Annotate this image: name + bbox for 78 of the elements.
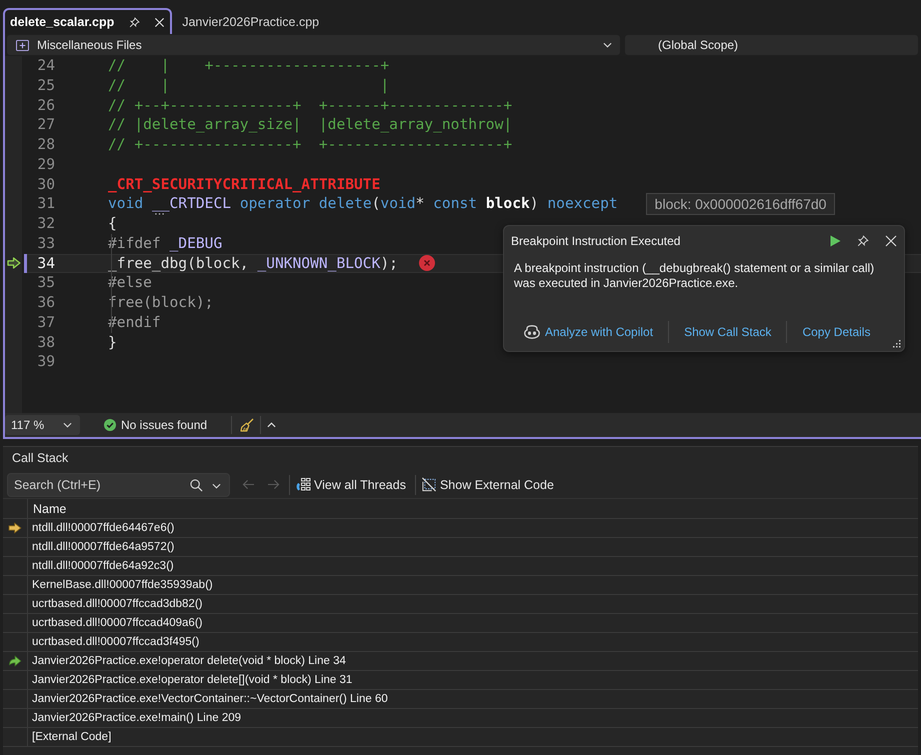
suggestion-dots-icon[interactable] bbox=[154, 213, 164, 216]
code-text: _free_dbg(block, _UNKNOWN_BLOCK); bbox=[108, 254, 398, 274]
search-field[interactable]: Search (Ctrl+E) bbox=[7, 472, 230, 496]
broom-icon[interactable] bbox=[240, 418, 254, 432]
square-plus-icon bbox=[16, 40, 29, 50]
code-text: void __CRTDECL operator delete(void* const block) noexcept bbox=[108, 194, 618, 214]
line-number: 34 bbox=[37, 254, 55, 274]
stack-frame[interactable]: Janvier2026Practice.exe!main() Line 209 bbox=[32, 712, 242, 724]
search-icon[interactable] bbox=[190, 478, 203, 492]
line-number: 25 bbox=[37, 76, 55, 96]
issues-button[interactable]: No issues found bbox=[104, 418, 208, 432]
stack-frame[interactable]: ucrtbased.dll!00007ffccad409a6() bbox=[32, 617, 202, 629]
code-text: // +-----------------+ +--------------------+ bbox=[108, 135, 512, 155]
stack-frame[interactable]: ntdll.dll!00007ffde64467e6() bbox=[32, 522, 174, 534]
chevron-down-icon bbox=[603, 42, 612, 48]
chevron-down-icon[interactable] bbox=[212, 482, 221, 488]
line-number: 29 bbox=[37, 154, 55, 174]
code-text: #ifdef _DEBUG bbox=[108, 234, 222, 254]
stack-frame[interactable]: ucrtbased.dll!00007ffccad3f495() bbox=[32, 636, 200, 648]
code-text: // +--+--------------+ +------+-------------+ bbox=[108, 96, 512, 116]
check-circle-icon bbox=[104, 419, 116, 431]
code-text: { bbox=[108, 214, 117, 234]
resize-grip-icon[interactable] bbox=[892, 339, 901, 348]
scope-dropdown[interactable]: (Global Scope) bbox=[625, 35, 918, 55]
panel-title: Call Stack bbox=[12, 450, 68, 464]
stack-frame[interactable]: [External Code] bbox=[32, 731, 112, 743]
stack-frame[interactable]: ucrtbased.dll!00007ffccad3db82() bbox=[32, 598, 202, 610]
toolbar-button[interactable]: View all Threads bbox=[295, 477, 406, 492]
line-number: 39 bbox=[37, 352, 55, 372]
code-text: // | | bbox=[108, 76, 390, 96]
popup-link[interactable]: Analyze with Copilot bbox=[524, 325, 654, 339]
stack-frame[interactable]: Janvier2026Practice.exe!operator delete(void * block) Line 34 bbox=[32, 655, 346, 667]
code-text: } bbox=[108, 332, 117, 352]
datatip: block: 0x000002616dff67d0 bbox=[646, 193, 836, 216]
popup-title: Breakpoint Instruction Executed bbox=[511, 234, 682, 248]
execution-arrow-icon bbox=[6, 257, 20, 270]
chevron-down-icon bbox=[63, 422, 72, 428]
stack-frame[interactable]: KernelBase.dll!00007ffde35939ab() bbox=[32, 579, 213, 591]
thread-list-icon bbox=[295, 477, 311, 492]
code-text: // | +-------------------+ bbox=[108, 56, 390, 76]
dashed-box-slash-icon bbox=[420, 477, 437, 492]
column-header: Name bbox=[33, 502, 66, 516]
project-dropdown[interactable]: Miscellaneous Files bbox=[7, 35, 620, 55]
code-text: free(block); bbox=[108, 293, 214, 313]
code-text: _CRT_SECURITYCRITICAL_ATTRIBUTE bbox=[108, 174, 380, 194]
popup-link[interactable]: Copy Details bbox=[802, 325, 870, 339]
line-number: 30 bbox=[37, 174, 55, 194]
line-number: 28 bbox=[37, 135, 55, 155]
code-text: // |delete_array_size| |delete_array_nothrow| bbox=[108, 115, 512, 135]
stack-frame[interactable]: Janvier2026Practice.exe!VectorContainer::~VectorContainer() Line 60 bbox=[32, 693, 388, 705]
code-text: #endif bbox=[108, 312, 161, 332]
line-number: 35 bbox=[37, 273, 55, 293]
robot-head-icon bbox=[524, 325, 540, 339]
pin-icon[interactable] bbox=[129, 16, 140, 28]
line-number: 24 bbox=[37, 56, 55, 76]
line-number: 36 bbox=[37, 293, 55, 313]
line-number: 37 bbox=[37, 312, 55, 332]
code-text: #else bbox=[108, 273, 152, 293]
line-number: 33 bbox=[37, 234, 55, 254]
toolbar-button[interactable]: Show External Code bbox=[420, 477, 554, 492]
line-number: 38 bbox=[37, 332, 55, 352]
pin-icon[interactable] bbox=[857, 234, 869, 246]
file-tab[interactable]: Janvier2026Practice.cpp bbox=[172, 8, 330, 34]
line-number: 26 bbox=[37, 96, 55, 116]
line-number: 27 bbox=[37, 115, 55, 135]
popup-link[interactable]: Show Call Stack bbox=[684, 325, 772, 339]
stack-frame[interactable]: ntdll.dll!00007ffde64a9572() bbox=[32, 541, 174, 553]
stack-frame[interactable]: ntdll.dll!00007ffde64a92c3() bbox=[32, 560, 174, 572]
zoom-dropdown[interactable]: 117 % bbox=[5, 415, 80, 435]
popup-message: A breakpoint instruction (__debugbreak() statement or a similar call) was executed in Janvier2026Practice.exe. bbox=[514, 261, 876, 291]
file-tab[interactable]: delete_scalar.cpp bbox=[3, 8, 172, 34]
stack-frame[interactable]: Janvier2026Practice.exe!operator delete[](void * block) Line 31 bbox=[32, 674, 352, 686]
caret-up-icon[interactable] bbox=[267, 422, 276, 428]
close-icon[interactable] bbox=[154, 16, 166, 28]
close-icon[interactable] bbox=[885, 234, 897, 246]
line-number: 31 bbox=[37, 194, 55, 214]
play-icon[interactable] bbox=[829, 234, 841, 246]
line-number: 32 bbox=[37, 214, 55, 234]
